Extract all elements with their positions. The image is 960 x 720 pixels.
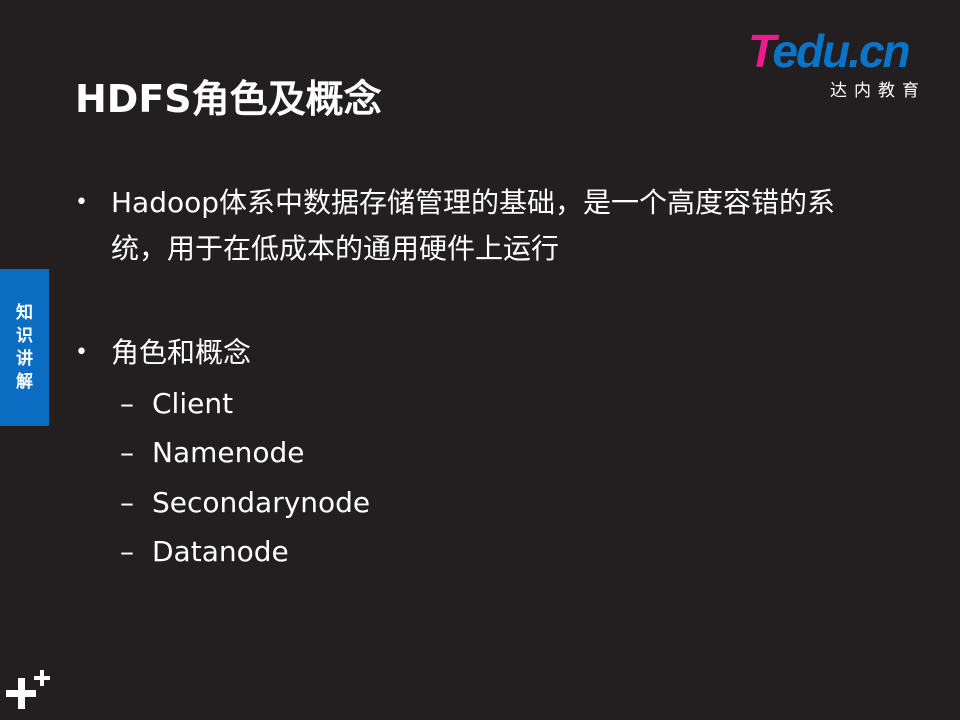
sub-list: – Client – Namenode – Secondarynode – Datano… (120, 384, 370, 581)
side-tab-char: 识 (16, 325, 33, 346)
tedu-logo: Tedu.cn 达内教育 (748, 28, 928, 101)
sub-item: – Datanode (120, 532, 370, 581)
sub-item: – Client (120, 384, 370, 433)
side-tab-char: 解 (16, 371, 33, 392)
sub-item: – Namenode (120, 433, 370, 482)
plus-icon (6, 670, 50, 709)
bullet-icon: • (75, 340, 88, 365)
bullet-text: 角色和概念 (111, 336, 252, 369)
sub-item: – Secondarynode (120, 483, 370, 532)
bullet-item: • Hadoop体系中数据存储管理的基础，是一个高度容错的系统，用于在低成本的通… (75, 180, 855, 272)
bullet-item: • 角色和概念 (75, 333, 251, 373)
dash-icon: – (120, 387, 134, 420)
side-tab-char: 知 (16, 302, 33, 323)
bullet-text: Hadoop体系中数据存储管理的基础，是一个高度容错的系统，用于在低成本的通用硬… (111, 186, 836, 265)
dash-icon: – (120, 534, 134, 568)
dash-icon: – (120, 485, 134, 519)
bullet-icon: • (75, 190, 88, 215)
logo-t: T (748, 25, 774, 77)
side-tab: 知 识 讲 解 (0, 269, 49, 426)
logo-text: edu.cn (772, 25, 910, 77)
dash-icon: – (120, 436, 134, 470)
sub-item-text: Namenode (152, 436, 305, 470)
sub-item-text: Datanode (152, 534, 289, 568)
page-title: HDFS角色及概念 (75, 77, 382, 121)
sub-item-text: Client (152, 387, 234, 420)
side-tab-char: 讲 (16, 348, 33, 369)
logo-subtitle: 达内教育 (830, 81, 926, 101)
sub-item-text: Secondarynode (152, 485, 371, 519)
